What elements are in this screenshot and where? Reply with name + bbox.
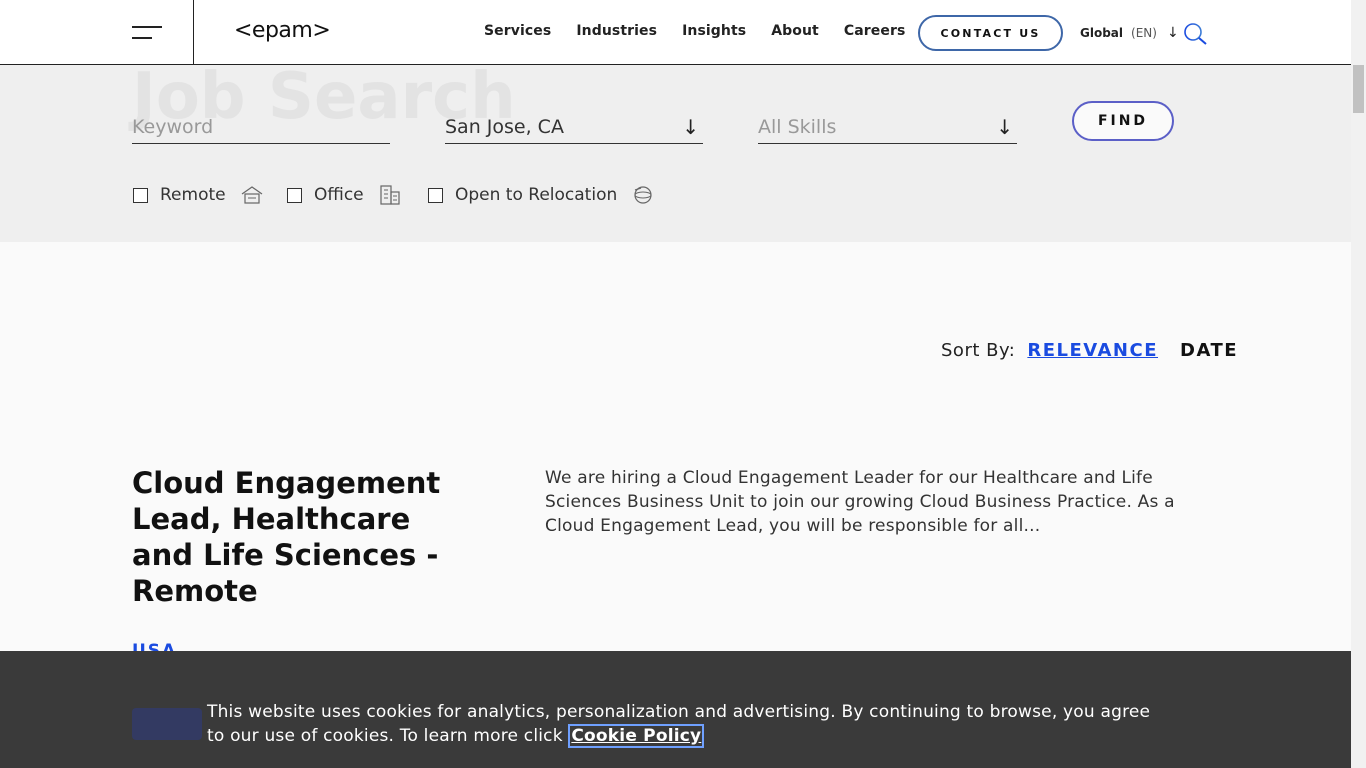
building-icon	[380, 185, 400, 205]
nav-industries[interactable]: Industries	[576, 23, 657, 39]
nav-services[interactable]: Services	[484, 23, 551, 39]
hamburger-menu-icon[interactable]	[0, 0, 194, 64]
search-icon[interactable]	[1182, 22, 1208, 46]
keyword-input[interactable]: Keyword	[132, 110, 390, 144]
site-header: <epam> Services Industries Insights Abou…	[0, 0, 1351, 65]
language-selector[interactable]: Global (EN) ↓	[1080, 25, 1179, 41]
checkbox-box[interactable]	[287, 187, 302, 203]
location-select[interactable]: San Jose, CA ↓	[445, 110, 703, 144]
epam-logo[interactable]: <epam>	[234, 18, 331, 43]
location-value: San Jose, CA	[445, 115, 564, 138]
lang-code: (EN)	[1131, 26, 1157, 40]
relocation-checkbox[interactable]: Open to Relocation	[428, 184, 655, 206]
job-title-link[interactable]: Cloud Engagement Lead, Healthcare and Li…	[132, 465, 462, 609]
office-label: Office	[314, 185, 364, 205]
nav-careers[interactable]: Careers	[844, 23, 906, 39]
cookie-banner: This website uses cookies for analytics,…	[0, 651, 1351, 768]
keyword-placeholder: Keyword	[132, 115, 214, 138]
house-icon	[241, 186, 262, 204]
checkbox-box[interactable]	[133, 187, 148, 203]
find-button[interactable]: FIND	[1072, 101, 1174, 141]
skills-placeholder: All Skills	[758, 115, 837, 138]
sort-date-link[interactable]: DATE	[1180, 340, 1238, 361]
nav-about[interactable]: About	[771, 23, 819, 39]
scrollbar-thumb[interactable]	[1353, 65, 1364, 113]
apply-button-ghost	[132, 708, 202, 740]
cookie-text: This website uses cookies for analytics,…	[207, 700, 1167, 748]
remote-checkbox[interactable]: Remote	[133, 184, 264, 206]
lang-region: Global	[1080, 26, 1124, 40]
skills-select[interactable]: All Skills ↓	[758, 110, 1017, 144]
page-scrollbar[interactable]	[1351, 0, 1366, 768]
job-description: We are hiring a Cloud Engagement Leader …	[545, 468, 1175, 536]
arrow-down-icon: ↓	[682, 114, 699, 139]
checkbox-box[interactable]	[428, 187, 443, 203]
globe-icon	[634, 186, 652, 204]
arrow-down-icon: ↓	[996, 114, 1013, 139]
relocation-label: Open to Relocation	[455, 185, 618, 205]
sort-label: Sort By:	[941, 340, 1016, 361]
contact-us-button[interactable]: CONTACT US	[918, 15, 1063, 51]
office-checkbox[interactable]: Office	[287, 184, 402, 206]
nav-insights[interactable]: Insights	[682, 23, 746, 39]
remote-label: Remote	[160, 185, 226, 205]
sort-relevance-link[interactable]: RELEVANCE	[1027, 340, 1158, 361]
cookie-policy-link[interactable]: Cookie Policy	[568, 724, 705, 748]
sort-bar: Sort By: RELEVANCE DATE	[941, 340, 1238, 361]
job-search-filters: Job Search Keyword San Jose, CA ↓ All Sk…	[0, 65, 1351, 242]
main-nav: Services Industries Insights About Caree…	[484, 23, 930, 39]
arrow-down-icon: ↓	[1166, 25, 1179, 41]
